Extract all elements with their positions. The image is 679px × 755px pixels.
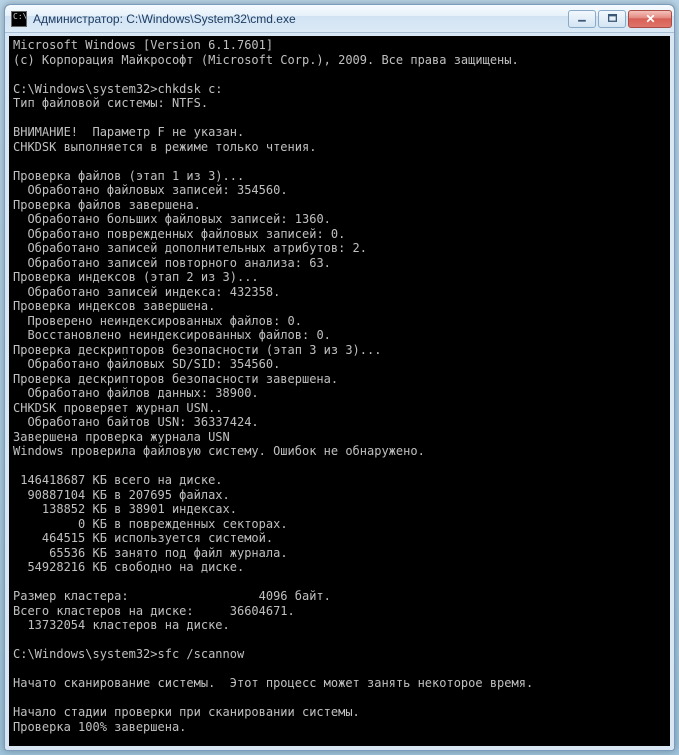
terminal-line: Обработано записей индекса: 432358. — [13, 285, 666, 300]
terminal-line: (c) Корпорация Майкрософт (Microsoft Cor… — [13, 53, 666, 68]
terminal-line: 146418687 КБ всего на диске. — [13, 473, 666, 488]
terminal-line — [13, 633, 666, 648]
terminal-line: CHKDSK проверяет журнал USN.. — [13, 401, 666, 416]
terminal-line: 90887104 КБ в 207695 файлах. — [13, 488, 666, 503]
app-icon: C:\ — [11, 11, 27, 27]
terminal-line — [13, 662, 666, 677]
terminal-line: 138852 КБ в 38901 индексах. — [13, 502, 666, 517]
titlebar[interactable]: C:\ Администратор: C:\Windows\System32\c… — [5, 5, 674, 33]
close-button[interactable] — [628, 10, 672, 28]
terminal-line: Проверка файлов завершена. — [13, 198, 666, 213]
terminal-line: Восстановлено неиндексированных файлов: … — [13, 328, 666, 343]
terminal-line: ВНИМАНИЕ! Параметр F не указан. — [13, 125, 666, 140]
terminal-line: Обработано поврежденных файловых записей… — [13, 227, 666, 242]
window-title: Администратор: C:\Windows\System32\cmd.e… — [33, 12, 566, 26]
terminal-line: 54928216 КБ свободно на диске. — [13, 560, 666, 575]
client-area: Microsoft Windows [Version 6.1.7601](c) … — [5, 33, 674, 750]
terminal-line: Проверка индексов (этап 2 из 3)... — [13, 270, 666, 285]
minimize-button[interactable] — [568, 10, 596, 28]
terminal-line — [13, 154, 666, 169]
terminal-line: 464515 КБ используется системой. — [13, 531, 666, 546]
terminal-line: Завершена проверка журнала USN — [13, 430, 666, 445]
terminal-line — [13, 734, 666, 746]
terminal-line: Обработано файлов данных: 38900. — [13, 386, 666, 401]
terminal-line: Обработано записей дополнительных атрибу… — [13, 241, 666, 256]
terminal-line: 65536 КБ занято под файл журнала. — [13, 546, 666, 561]
terminal-line: Проверка индексов завершена. — [13, 299, 666, 314]
terminal-line: 13732054 кластеров на диске. — [13, 618, 666, 633]
terminal-line: Проверка дескрипторов безопасности завер… — [13, 372, 666, 387]
terminal-output[interactable]: Microsoft Windows [Version 6.1.7601](c) … — [9, 36, 670, 746]
terminal-line — [13, 459, 666, 474]
terminal-line — [13, 691, 666, 706]
terminal-line: Обработано больших файловых записей: 136… — [13, 212, 666, 227]
terminal-line: C:\Windows\system32>sfc /scannow — [13, 647, 666, 662]
cmd-window: C:\ Администратор: C:\Windows\System32\c… — [4, 4, 675, 751]
terminal-line: 0 КБ в поврежденных секторах. — [13, 517, 666, 532]
maximize-button[interactable] — [598, 10, 626, 28]
terminal-line: Обработано файловых записей: 354560. — [13, 183, 666, 198]
window-controls — [566, 10, 672, 28]
terminal-line: Обработано файловых SD/SID: 354560. — [13, 357, 666, 372]
terminal-line: Проверка файлов (этап 1 из 3)... — [13, 169, 666, 184]
terminal-line: Проверка 100% завершена. — [13, 720, 666, 735]
terminal-line: CHKDSK выполняется в режиме только чтени… — [13, 140, 666, 155]
terminal-line — [13, 67, 666, 82]
terminal-line: Проверено неиндексированных файлов: 0. — [13, 314, 666, 329]
terminal-line: Обработано записей повторного анализа: 6… — [13, 256, 666, 271]
terminal-line: Начало стадии проверки при сканировании … — [13, 705, 666, 720]
terminal-line: Начато сканирование системы. Этот процес… — [13, 676, 666, 691]
terminal-line: Тип файловой системы: NTFS. — [13, 96, 666, 111]
terminal-line — [13, 111, 666, 126]
terminal-line: Обработано байтов USN: 36337424. — [13, 415, 666, 430]
terminal-line: Проверка дескрипторов безопасности (этап… — [13, 343, 666, 358]
terminal-line: Windows проверила файловую систему. Ошиб… — [13, 444, 666, 459]
terminal-line — [13, 575, 666, 590]
terminal-line: Размер кластера: 4096 байт. — [13, 589, 666, 604]
terminal-line: Всего кластеров на диске: 36604671. — [13, 604, 666, 619]
terminal-line: C:\Windows\system32>chkdsk c: — [13, 82, 666, 97]
terminal-line: Microsoft Windows [Version 6.1.7601] — [13, 38, 666, 53]
